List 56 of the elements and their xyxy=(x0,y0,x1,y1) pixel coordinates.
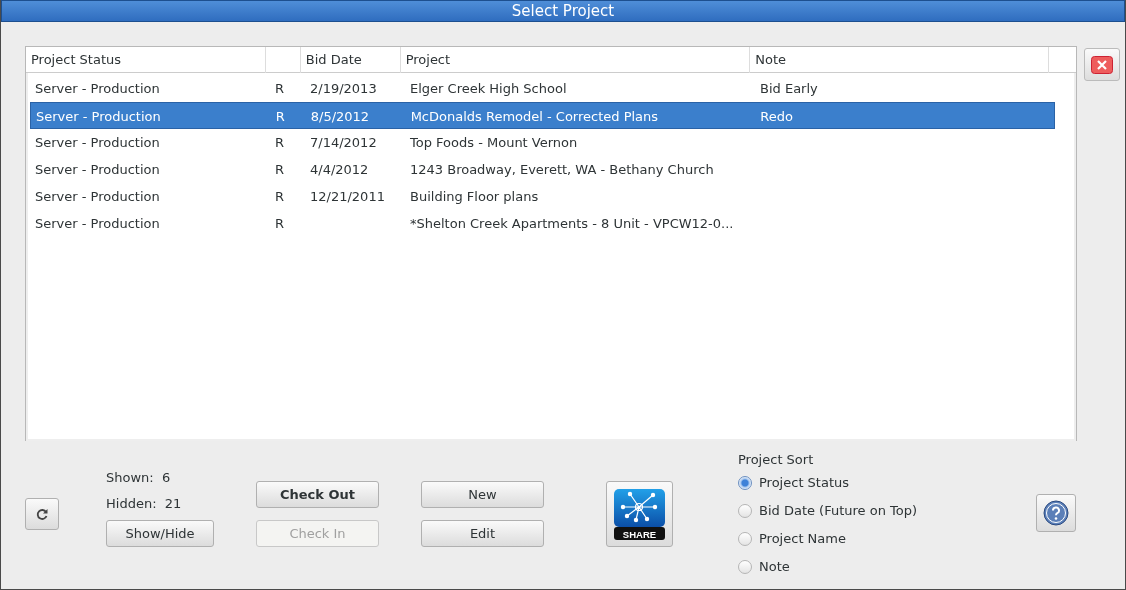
table-cell: R xyxy=(275,135,285,150)
hidden-count: Hidden: 21 xyxy=(106,496,182,511)
table-row[interactable]: Server - Production R 12/21/2011 Building Floor plans xyxy=(30,183,1055,210)
table-cell: 2/19/2013 xyxy=(310,81,377,96)
table-cell: Bid Early xyxy=(760,81,818,96)
close-icon xyxy=(1091,55,1113,74)
button[interactable]: Show/Hide xyxy=(106,520,214,547)
table-cell: Server - Production xyxy=(36,109,161,124)
table-cell: 4/4/2012 xyxy=(310,162,369,177)
table-row[interactable]: Server - Production R 4/4/2012 1243 Broadway, Everett, WA - Bethany Church xyxy=(30,156,1055,183)
share-label: SHARE xyxy=(622,528,657,539)
table-cell: 12/21/2011 xyxy=(310,189,385,204)
window-title: Select Project xyxy=(511,1,615,21)
shown-count: Shown: 6 xyxy=(106,470,171,485)
refresh-icon xyxy=(35,507,49,521)
column-header[interactable]: Bid Date xyxy=(305,52,362,67)
table-cell: 1243 Broadway, Everett, WA - Bethany Church xyxy=(410,162,714,177)
sort-option[interactable]: Note xyxy=(738,553,1036,581)
table-cell: Server - Production xyxy=(35,216,160,231)
table-cell: R xyxy=(275,216,285,231)
table-row[interactable]: Server - Production R *Shelton Creek Apartments - 8 Unit - VPCW12-0... xyxy=(30,210,1055,237)
sort-option[interactable]: Bid Date (Future on Top) xyxy=(738,497,1036,525)
network-logo-icon xyxy=(614,488,665,527)
table-cell: *Shelton Creek Apartments - 8 Unit - VPCW12-0... xyxy=(410,216,734,231)
column-header[interactable]: Project Status xyxy=(31,52,122,67)
button[interactable]: Check Out xyxy=(256,481,379,508)
sort-option[interactable]: Project Name xyxy=(738,525,1036,553)
column-header[interactable]: Project xyxy=(405,52,451,67)
table-cell: R xyxy=(275,189,285,204)
table-cell: Server - Production xyxy=(35,162,160,177)
sort-title: Project Sort xyxy=(738,452,814,467)
refresh-button[interactable] xyxy=(25,498,59,530)
table-cell: R xyxy=(275,81,285,96)
table-cell: Building Floor plans xyxy=(410,189,539,204)
table-cell: 7/14/2012 xyxy=(310,135,377,150)
table-cell: Top Foods - Mount Vernon xyxy=(410,135,578,150)
help-button[interactable] xyxy=(1036,494,1076,532)
button[interactable]: New xyxy=(421,481,544,508)
table-cell: R xyxy=(275,109,285,124)
table-row[interactable]: Server - Production R 2/19/2013 Elger Creek High School Bid Early xyxy=(30,75,1055,102)
table-cell: McDonalds Remodel - Corrected Plans xyxy=(410,109,659,124)
sort-option[interactable]: Project Status xyxy=(738,469,1036,497)
close-button[interactable] xyxy=(1084,48,1120,81)
table-cell: Elger Creek High School xyxy=(410,81,567,96)
table-cell: Server - Production xyxy=(35,135,160,150)
column-header[interactable]: Note xyxy=(755,52,787,67)
table-cell: Redo xyxy=(760,109,793,124)
table-cell: 8/5/2012 xyxy=(310,109,370,124)
table-cell: Server - Production xyxy=(35,81,160,96)
table-cell: Server - Production xyxy=(35,189,160,204)
table-row[interactable]: Server - Production R 7/14/2012 Top Foods - Mount Vernon xyxy=(30,129,1055,156)
help-icon xyxy=(1043,500,1069,526)
button[interactable]: Edit xyxy=(421,520,544,547)
share-button[interactable]: SHARE xyxy=(606,481,673,547)
table-row[interactable]: Server - Production R 8/5/2012 McDonalds Remodel - Corrected Plans Redo xyxy=(30,102,1055,129)
table-cell: R xyxy=(275,162,285,177)
